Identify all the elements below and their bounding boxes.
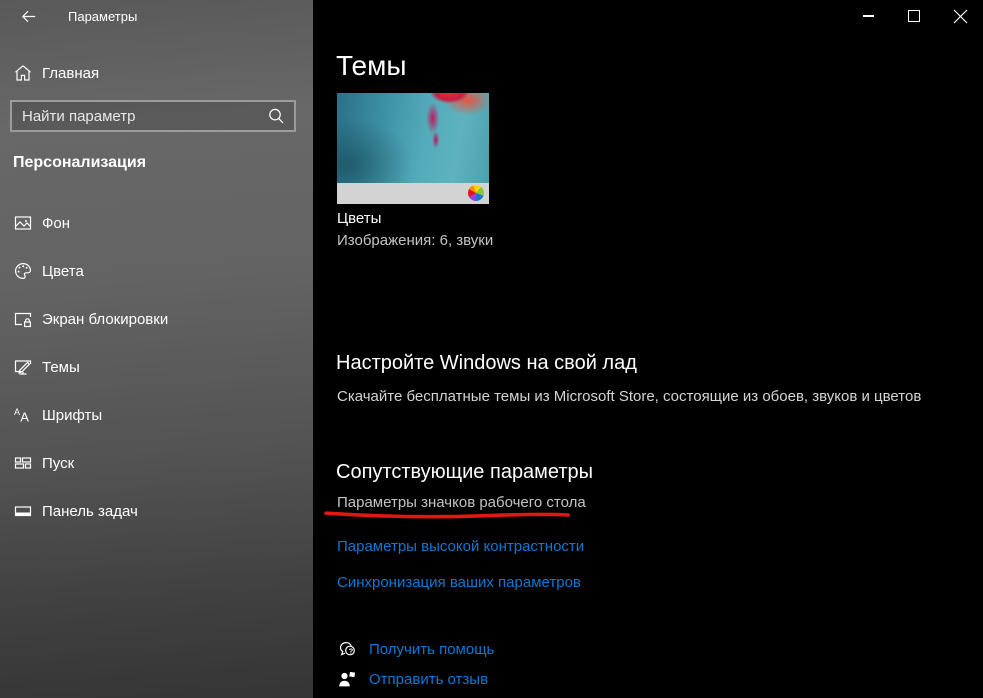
theme-thumbnail-image <box>337 93 489 183</box>
search-box[interactable] <box>10 100 296 132</box>
sidebar-item-label: Экран блокировки <box>42 311 168 328</box>
sidebar-item-label: Шрифты <box>42 407 102 424</box>
sidebar-nav: Фон Цвета Экра <box>0 199 313 535</box>
sidebar-section-title: Персонализация <box>13 154 146 172</box>
sidebar-item-label: Панель задач <box>42 503 138 520</box>
get-help-label: Получить помощь <box>369 641 494 658</box>
colors-icon <box>13 261 33 281</box>
sidebar-item-colors[interactable]: Цвета <box>0 247 313 295</box>
sidebar-item-label: Цвета <box>42 263 84 280</box>
theme-thumbnail-strip <box>337 183 489 204</box>
link-desktop-icon-settings[interactable]: Параметры значков рабочего стола <box>337 494 586 511</box>
sidebar-item-themes[interactable]: Темы <box>0 343 313 391</box>
search-icon[interactable] <box>266 106 286 126</box>
home-icon <box>13 63 33 83</box>
sidebar-item-label: Главная <box>42 65 99 82</box>
sidebar-item-lock-screen[interactable]: Экран блокировки <box>0 295 313 343</box>
taskbar-icon <box>13 501 33 521</box>
feedback-icon <box>337 669 357 689</box>
sidebar-item-label: Темы <box>42 359 80 376</box>
close-icon <box>953 9 968 24</box>
svg-text:A: A <box>20 410 29 425</box>
maximize-icon <box>908 10 920 22</box>
maximize-button[interactable] <box>891 0 937 32</box>
sidebar-item-label: Фон <box>42 215 70 232</box>
svg-text:A: A <box>14 407 20 417</box>
sidebar-item-taskbar[interactable]: Панель задач <box>0 487 313 535</box>
fonts-icon: A A <box>13 405 33 425</box>
link-sync-settings[interactable]: Синхронизация ваших параметров <box>337 574 581 591</box>
color-wheel-icon <box>468 185 484 201</box>
back-arrow-icon <box>19 7 38 26</box>
close-button[interactable] <box>937 0 983 32</box>
related-settings-heading: Сопутствующие параметры <box>336 461 593 484</box>
sidebar-item-start[interactable]: Пуск <box>0 439 313 487</box>
lock-screen-icon <box>13 309 33 329</box>
start-icon <box>13 453 33 473</box>
theme-name: Цветы <box>337 210 381 227</box>
get-help-icon: ? <box>337 639 357 659</box>
page-title: Темы <box>336 50 406 82</box>
link-high-contrast-settings[interactable]: Параметры высокой контрастности <box>337 538 584 555</box>
search-input[interactable] <box>12 102 266 130</box>
current-theme-card[interactable] <box>337 93 489 204</box>
back-button[interactable] <box>8 2 48 30</box>
sidebar-item-fonts[interactable]: A A Шрифты <box>0 391 313 439</box>
svg-text:?: ? <box>349 646 354 655</box>
customize-heading: Настройте Windows на свой лад <box>336 352 637 375</box>
settings-sidebar: Параметры Главная Персонализация <box>0 0 313 698</box>
sidebar-item-background[interactable]: Фон <box>0 199 313 247</box>
sidebar-item-label: Пуск <box>42 455 74 472</box>
minimize-button[interactable] <box>845 0 891 32</box>
themes-icon <box>13 357 33 377</box>
minimize-icon <box>863 15 874 17</box>
background-icon <box>13 213 33 233</box>
theme-meta: Изображения: 6, звуки <box>337 232 493 249</box>
customize-description: Скачайте бесплатные темы из Microsoft St… <box>337 388 921 405</box>
red-underline-annotation <box>324 510 570 520</box>
send-feedback-link[interactable]: Отправить отзыв <box>337 669 488 689</box>
window-title: Параметры <box>68 9 137 24</box>
send-feedback-label: Отправить отзыв <box>369 671 488 688</box>
get-help-link[interactable]: ? Получить помощь <box>337 639 494 659</box>
sidebar-item-home[interactable]: Главная <box>0 58 313 88</box>
window-controls <box>845 0 983 32</box>
